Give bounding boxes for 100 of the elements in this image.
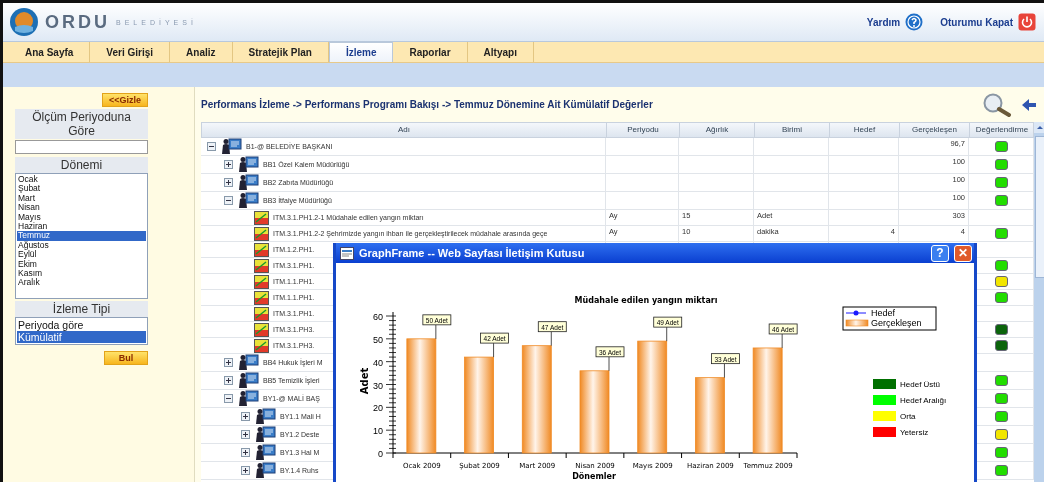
list-item[interactable]: Periyoda göre [17, 319, 146, 331]
org-unit-icon [220, 138, 242, 155]
list-item[interactable]: Temmuz [17, 231, 146, 241]
column-header[interactable]: Hedef [830, 123, 900, 137]
tree-toggle-icon[interactable] [224, 196, 233, 205]
chart-icon [254, 274, 269, 289]
org-unit-icon [237, 354, 259, 371]
column-header[interactable]: Periyodu [607, 123, 680, 137]
list-item[interactable]: Ocak [17, 175, 146, 185]
axis-label: 40 [373, 357, 383, 368]
list-item[interactable]: Ekim [17, 259, 146, 270]
legend-label: Orta [900, 412, 916, 421]
nav-tab[interactable]: Stratejik Plan [232, 42, 329, 62]
org-unit-icon [237, 192, 259, 209]
axis-title: Dönemler [572, 472, 616, 481]
help-link[interactable]: Yardım [866, 16, 901, 28]
breadcrumb: Performans İzleme -> Performans Programı Bakışı -> Temmuz Dönemine Ait Kümülatif Değerler [201, 99, 654, 110]
search-icon[interactable] [982, 92, 1012, 117]
section-heading: Ölçüm Periyoduna Göre [15, 109, 148, 139]
leader-line [666, 326, 668, 342]
axis-label: 60 [373, 312, 383, 322]
column-header[interactable]: Adı [202, 123, 607, 137]
leader-line [781, 333, 783, 349]
section-heading: Dönemi [15, 157, 148, 173]
chart-icon [254, 210, 269, 225]
chart-title: Müdahale edilen yangın miktarı [574, 296, 718, 305]
tree-toggle-icon[interactable] [207, 142, 216, 151]
column-header[interactable]: Gerçekleşen [900, 123, 970, 137]
legend-line-icon [845, 310, 867, 316]
page-icon [340, 246, 354, 260]
list-item[interactable]: Haziran [17, 222, 146, 232]
logo-icon [9, 7, 39, 37]
chart-icon [254, 258, 269, 273]
legend-label: Hedef Aralığı [900, 396, 947, 405]
scroll-up-icon[interactable] [1034, 122, 1044, 133]
power-icon[interactable] [1018, 13, 1036, 31]
axis-label: 20 [373, 403, 383, 414]
tree-toggle-icon[interactable] [241, 466, 250, 475]
logo-text: ORDU [45, 11, 110, 33]
nav-tab[interactable]: Ana Sayfa [9, 42, 91, 62]
scrollbar[interactable] [1034, 122, 1044, 482]
org-unit-icon [237, 156, 259, 173]
nav-tab[interactable]: Raporlar [393, 42, 468, 62]
legend-label: Hedef [871, 308, 896, 318]
org-unit-icon [254, 426, 276, 443]
legend-label: Yetersiz [900, 428, 929, 437]
leader-line [550, 331, 552, 347]
list-item[interactable]: Mart [17, 193, 146, 204]
chart-icon [254, 338, 269, 353]
list-item[interactable]: Kümülatif [17, 331, 146, 343]
org-unit-icon [237, 372, 259, 389]
org-unit-icon [237, 174, 259, 191]
chart-icon [254, 226, 269, 241]
hide-button[interactable]: <<Gizle [101, 93, 148, 107]
tree-toggle-icon[interactable] [224, 394, 233, 403]
axis-title: Adet [359, 367, 370, 395]
nav-tab[interactable]: İzleme [328, 42, 394, 62]
leader-line [493, 342, 494, 358]
list-item[interactable]: Eylül [17, 250, 146, 260]
input-field[interactable] [15, 140, 148, 154]
list-item[interactable]: Aralık [17, 278, 146, 288]
list-item[interactable]: Nisan [17, 203, 146, 213]
list-item[interactable]: Mayıs [17, 212, 146, 223]
column-header[interactable]: Birimi [755, 123, 830, 137]
help-button[interactable]: ? [931, 244, 949, 262]
tree-toggle-icon[interactable] [224, 160, 233, 169]
org-unit-icon [254, 444, 276, 461]
section-heading: İzleme Tipi [15, 301, 148, 317]
nav-tab[interactable]: Veri Girişi [90, 42, 171, 62]
tree-toggle-icon[interactable] [224, 358, 233, 367]
logout-link[interactable]: Oturumu Kapat [940, 16, 1013, 28]
legend-label: Hedef Üstü [900, 380, 941, 389]
org-unit-icon [254, 462, 276, 479]
close-button[interactable]: ✕ [954, 244, 972, 262]
column-header[interactable]: Ağırlık [680, 123, 755, 137]
nav-tab[interactable]: Analiz [170, 42, 233, 62]
back-arrow-icon[interactable] [1022, 98, 1036, 111]
leader-line [435, 324, 437, 340]
nav-tab[interactable]: Altyapı [467, 42, 534, 62]
chart-icon [254, 242, 269, 257]
axis-label: 30 [373, 380, 383, 391]
tree-toggle-icon[interactable] [224, 178, 233, 187]
tree-toggle-icon[interactable] [224, 376, 233, 385]
chart-icon [254, 290, 269, 305]
dialog-title: GraphFrame -- Web Sayfası İletişim Kutusu [359, 247, 586, 259]
org-unit-icon [237, 390, 259, 407]
help-icon[interactable] [905, 13, 924, 31]
tree-toggle-icon[interactable] [241, 412, 250, 421]
month-listbox[interactable]: Ocak Şubat Mart Nisan Mayıs Haziran Temmuz Ağustos Eylül Ekim Kasım Aralık [15, 173, 148, 299]
list-item[interactable]: Şubat [17, 184, 146, 194]
axis-label: 50 [373, 334, 383, 345]
type-listbox[interactable]: Periyoda göre Kümülatif [15, 317, 148, 345]
scrollbar-thumb[interactable] [1035, 136, 1044, 278]
list-item[interactable]: Ağustos [17, 240, 146, 251]
legend-label: Gerçekleşen [871, 318, 922, 328]
list-item[interactable]: Kasım [17, 269, 146, 279]
tree-toggle-icon[interactable] [241, 430, 250, 439]
tree-toggle-icon[interactable] [241, 448, 250, 457]
legend-bar-icon [845, 319, 869, 327]
find-button[interactable]: Bul [104, 351, 148, 365]
